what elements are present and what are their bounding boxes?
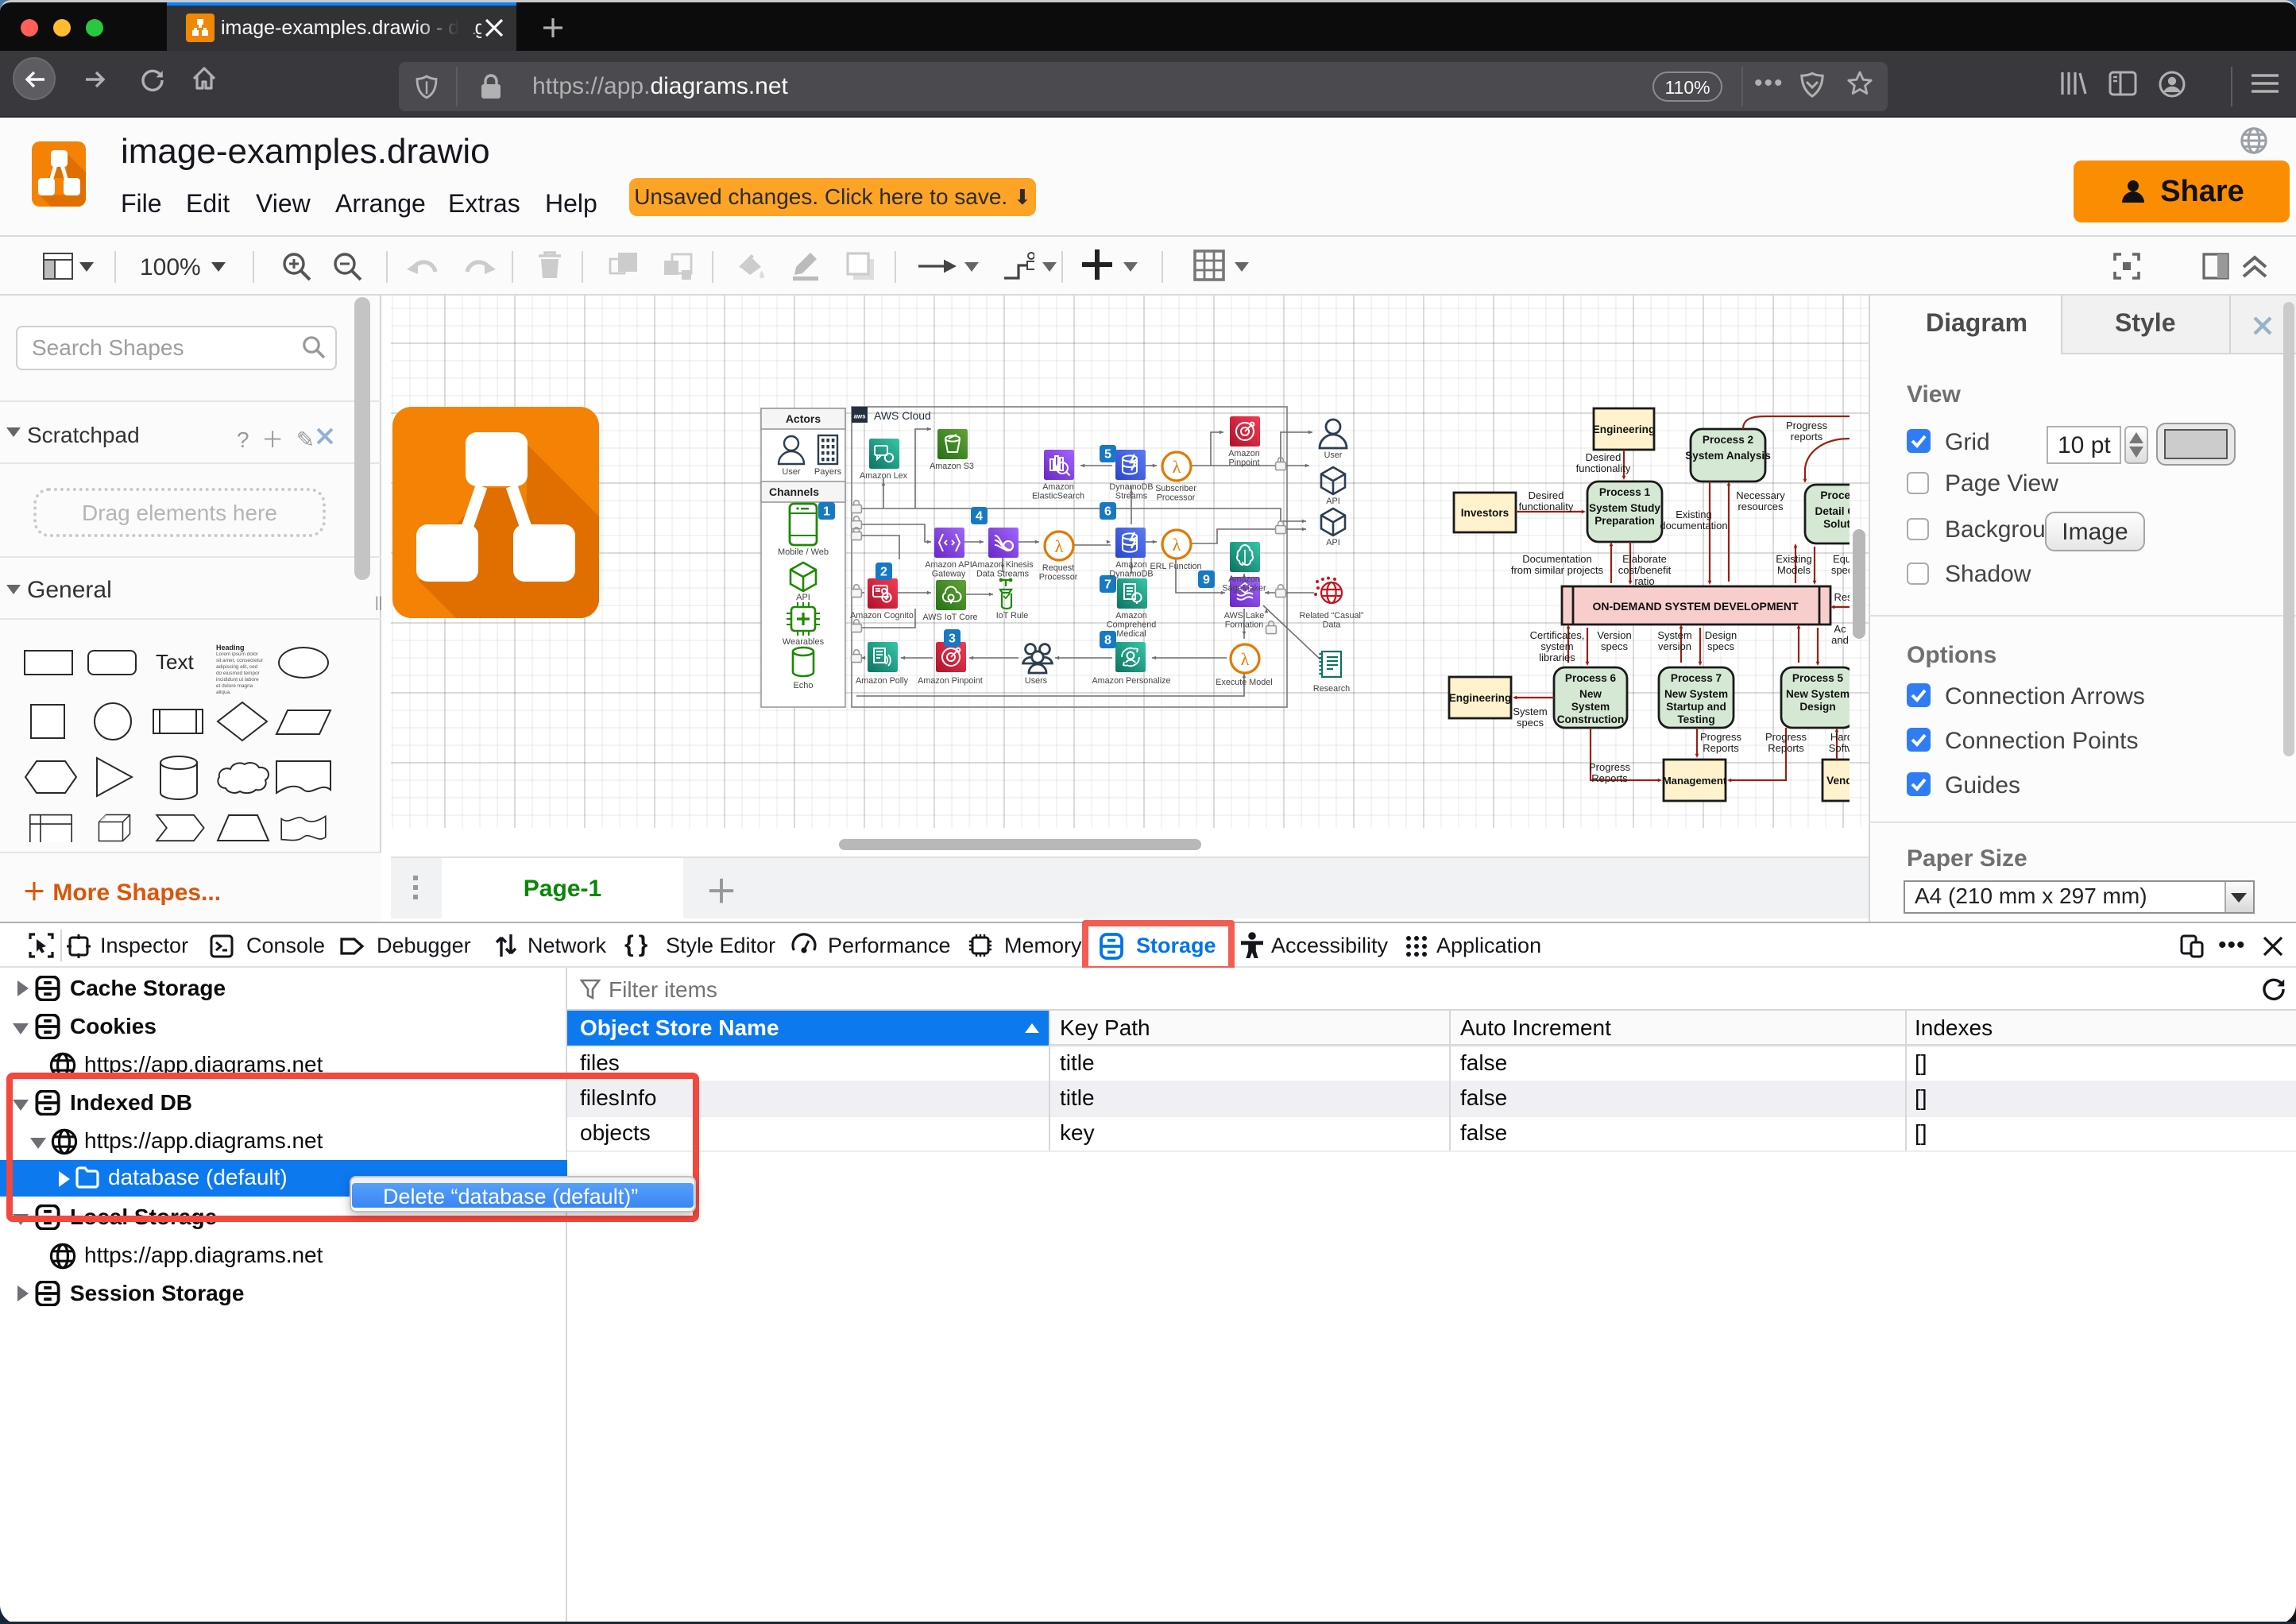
svg-text:Process 6: Process 6 <box>1565 672 1617 684</box>
svg-text:ProgressReports: Progress Reports <box>1589 761 1631 784</box>
svg-text:Amazon Personalize: Amazon Personalize <box>1092 676 1170 686</box>
svg-text:2: 2 <box>880 566 887 579</box>
svg-text:Channels: Channels <box>769 485 819 498</box>
svg-text:API: API <box>1326 538 1339 547</box>
svg-text:5: 5 <box>1104 448 1111 462</box>
svg-text:Desiredfunctionality: Desired functionality <box>1576 451 1631 474</box>
svg-text:Payers: Payers <box>814 467 842 477</box>
svg-text:Amazon Pinpoint: Amazon Pinpoint <box>918 676 983 686</box>
svg-text:DynamoDBStreams: DynamoDB Streams <box>1109 482 1153 501</box>
svg-text:System Analysis: System Analysis <box>1685 450 1771 462</box>
svg-text:AmazonDynamoDB: Amazon DynamoDB <box>1109 560 1153 579</box>
svg-text:AmazonSageMaker: Amazon SageMaker <box>1222 574 1266 594</box>
svg-text:ERL Function: ERL Function <box>1150 562 1201 571</box>
svg-text:Amazon Cognito: Amazon Cognito <box>850 611 914 621</box>
svg-text:6: 6 <box>1104 505 1111 519</box>
svg-text:Research: Research <box>1313 684 1350 694</box>
svg-text:Equispeci: Equispeci <box>1831 553 1850 576</box>
svg-text:Systemspecs: System specs <box>1513 706 1547 729</box>
svg-text:Execute Model: Execute Model <box>1216 678 1272 687</box>
svg-text:Amazon KinesisData Streams: Amazon Kinesis Data Streams <box>972 560 1034 579</box>
svg-text:User: User <box>782 467 801 477</box>
svg-text:Amazon APIGateway: Amazon API Gateway <box>925 560 972 579</box>
svg-text:IoT Rule: IoT Rule <box>996 611 1029 621</box>
svg-text:Mobile / Web: Mobile / Web <box>778 547 829 557</box>
svg-text:ON-DEMAND SYSTEM DEVELOPMENT: ON-DEMAND SYSTEM DEVELOPMENT <box>1592 600 1798 613</box>
svg-text:Echo: Echo <box>793 681 813 690</box>
svg-text:λ: λ <box>1173 457 1181 477</box>
svg-text:AWS Cloud: AWS Cloud <box>874 409 931 422</box>
svg-text:Existingdocumentation: Existing documentation <box>1660 508 1727 532</box>
svg-text:API: API <box>796 593 810 602</box>
svg-text:Related “Casual”Data: Related “Casual” Data <box>1299 611 1363 630</box>
svg-text:Amazon Lex: Amazon Lex <box>860 471 908 481</box>
svg-text:Engineering: Engineering <box>1449 692 1512 704</box>
svg-text:Engineering: Engineering <box>1593 423 1656 435</box>
svg-text:λ: λ <box>1173 535 1181 555</box>
svg-text:Investors: Investors <box>1461 507 1509 519</box>
svg-text:Desiredfunctionality: Desired functionality <box>1519 489 1574 512</box>
svg-text:8: 8 <box>1104 634 1111 648</box>
svg-text:AmazonPinpoint: Amazon Pinpoint <box>1228 449 1260 468</box>
svg-text:API: API <box>1326 497 1339 506</box>
svg-text:Systemversion: System version <box>1657 629 1691 652</box>
svg-text:ProgressReports: Progress Reports <box>1700 731 1742 754</box>
svg-text:Process 1: Process 1 <box>1599 486 1651 498</box>
svg-text:1: 1 <box>823 505 830 519</box>
svg-text:Acand: Ac and <box>1831 623 1849 646</box>
svg-text:AWS IoT Core: AWS IoT Core <box>923 613 978 622</box>
svg-text:SubscriberProcessor: Subscriber Processor <box>1155 484 1196 503</box>
svg-text:Res: Res <box>1834 591 1850 603</box>
svg-text:HardSoftw: HardSoftw <box>1829 731 1850 754</box>
svg-text:Designspecs: Design specs <box>1705 629 1737 652</box>
svg-text:Wearables: Wearables <box>783 637 825 647</box>
svg-text:Amazon S3: Amazon S3 <box>930 462 974 471</box>
svg-text:User: User <box>1324 450 1343 460</box>
svg-text:Actors: Actors <box>786 412 821 425</box>
svg-text:4: 4 <box>976 510 983 524</box>
svg-text:RequestProcessor: Request Processor <box>1039 563 1078 582</box>
svg-text:3: 3 <box>949 632 956 646</box>
svg-text:System StudyPreparation: System Study Preparation <box>1589 502 1660 527</box>
svg-text:Amazon Polly: Amazon Polly <box>856 676 909 686</box>
svg-text:ProgressReports: Progress Reports <box>1765 731 1807 754</box>
svg-text:aws: aws <box>853 412 866 420</box>
svg-text:Certificates,systemlibraries: Certificates, system libraries <box>1530 629 1585 663</box>
svg-text:λ: λ <box>1241 649 1250 669</box>
svg-text:Documentationfrom similar proj: Documentation from similar projects <box>1511 553 1604 576</box>
svg-text:AmazonElasticSearch: Amazon ElasticSearch <box>1032 482 1084 501</box>
svg-text:Users: Users <box>1025 676 1048 686</box>
svg-text:Management: Management <box>1663 775 1727 787</box>
svg-text:9: 9 <box>1203 574 1210 587</box>
svg-text:Process 7: Process 7 <box>1671 672 1722 684</box>
svg-text:7: 7 <box>1104 578 1111 592</box>
svg-text:AWS LakeFormation: AWS Lake Formation <box>1224 611 1265 630</box>
svg-text:Process 5: Process 5 <box>1792 672 1844 684</box>
svg-text:Versionspecs: Version specs <box>1597 629 1631 652</box>
svg-text:λ: λ <box>1055 536 1064 556</box>
svg-text:Elaboratecost/benefitratio: Elaborate cost/benefit ratio <box>1618 553 1672 587</box>
svg-text:Progressreports: Progress reports <box>1786 420 1828 443</box>
svg-text:Process 2: Process 2 <box>1703 434 1754 446</box>
svg-text:Proces: Proces <box>1820 489 1850 501</box>
svg-text:ExistingModels: Existing Models <box>1776 553 1812 576</box>
svg-text:Necessaryresources: Necessary resources <box>1736 489 1785 512</box>
svg-text:Vendors: Vendors <box>1826 775 1850 787</box>
